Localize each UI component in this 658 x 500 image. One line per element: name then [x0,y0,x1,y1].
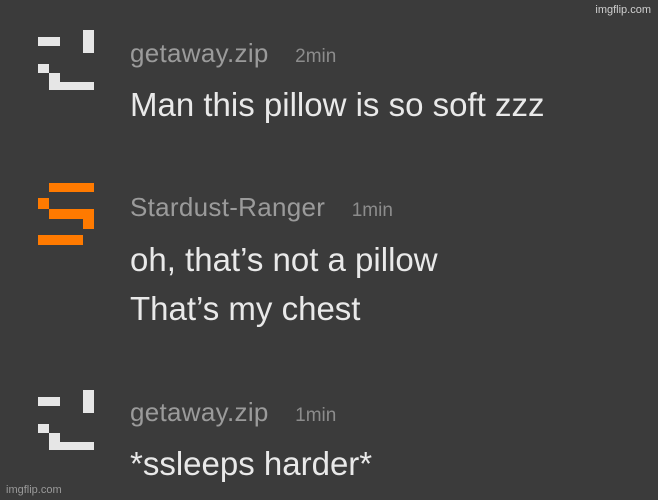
message-text: That’s my chest [130,290,361,327]
username[interactable]: Stardust-Ranger [130,192,325,222]
user-avatar-icon[interactable] [38,183,94,245]
imgflip-watermark-top: imgflip.com [595,4,651,16]
timestamp: 1min [351,200,393,221]
timestamp: 1min [295,405,337,426]
message-text: oh, that’s not a pillow [130,241,438,278]
imgflip-watermark-bottom: imgflip.com [6,484,62,496]
message-text: Man this pillow is so soft zzz [130,86,545,123]
user-avatar-icon[interactable] [38,390,94,450]
username[interactable]: getaway.zip [130,397,269,427]
timestamp: 2min [295,46,337,67]
user-avatar-icon[interactable] [38,30,94,90]
username[interactable]: getaway.zip [130,38,269,68]
message-text: *ssleeps harder* [130,445,373,482]
